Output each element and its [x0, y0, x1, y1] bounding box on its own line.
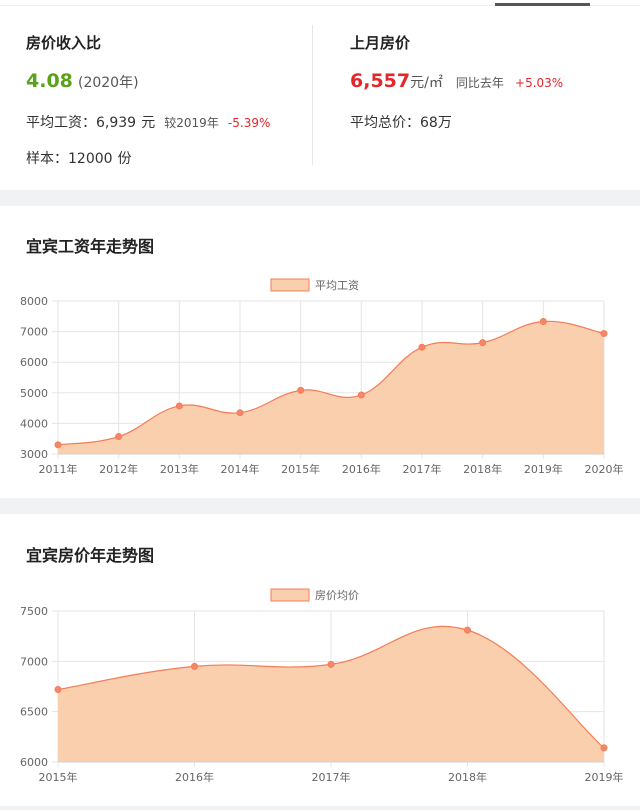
total-price-line: 平均总价：68万 [350, 112, 452, 132]
price-point-0 [54, 686, 62, 694]
ratio-year: (2020年) [77, 75, 139, 91]
price-ytick-label-0: 6000 [20, 756, 48, 769]
salary-ytick-label-0: 3000 [20, 448, 48, 461]
price-unit: 元/㎡ [410, 75, 443, 91]
price-xtick-label-0: 2015年 [39, 770, 78, 784]
salary-legend-swatch [270, 278, 310, 292]
salary-xtick-label-5: 2016年 [342, 462, 381, 476]
price-xtick-label-3: 2018年 [448, 770, 487, 784]
salary-xtick-label-3: 2014年 [221, 462, 260, 476]
summary-panel: 房价收入比 4.08 (2020年) 平均工资：6,939 元 较2019年 -… [0, 7, 640, 190]
salary-xtick-label-1: 2012年 [99, 462, 138, 476]
price-line: 6,557元/㎡ 同比去年 +5.03% [350, 70, 563, 92]
salary-ytick-label-2: 5000 [20, 387, 48, 400]
price-point-1 [191, 662, 198, 670]
price-ytick-label-3: 7500 [20, 605, 48, 618]
sample-unit: 份 [117, 151, 132, 167]
price-trend-chart: 6000 6500 7000 7500 2015年 2016年 2017年 2018年 2019… [20, 588, 624, 784]
salary-xtick-label-2: 2013年 [160, 462, 199, 476]
salary-point-7 [479, 339, 487, 347]
price-point-2 [327, 660, 335, 668]
price-point-4 [600, 744, 608, 752]
salary-ytick-label-3: 6000 [20, 356, 48, 369]
salary-xtick-label-8: 2019年 [524, 462, 563, 476]
salary-xtick-label-4: 2015年 [281, 462, 320, 476]
total-price-label: 平均总价： [350, 115, 420, 131]
ratio-title: 房价收入比 [26, 34, 102, 52]
price-ytick-label-1: 6500 [20, 706, 48, 719]
ratio-line: 4.08 (2020年) [26, 70, 139, 92]
salary-point-5 [357, 391, 365, 399]
price-chart-title: 宜宾房价年走势图 [26, 546, 155, 565]
salary-xtick-label-6: 2017年 [403, 462, 442, 476]
salary-chart-title: 宜宾工资年走势图 [26, 237, 155, 256]
salary-xtick-label-0: 2011年 [39, 462, 78, 476]
price-xtick-label-1: 2016年 [175, 770, 214, 784]
salary-point-4 [297, 386, 305, 394]
column-divider [312, 25, 313, 165]
price-title: 上月房价 [350, 34, 411, 52]
salary-value: 6,939 [96, 115, 137, 131]
salary-point-0 [54, 441, 62, 449]
salary-label: 平均工资： [26, 115, 96, 131]
price-point-3 [464, 626, 471, 634]
price-ytick-label-2: 7000 [20, 655, 48, 668]
price-xtick-label-2: 2017年 [312, 770, 351, 784]
salary-legend-label: 平均工资 [315, 279, 359, 292]
sample-line: 样本：12000 份 [26, 148, 132, 168]
sample-value: 12000 [68, 151, 113, 167]
salary-ytick-label-4: 7000 [20, 326, 48, 339]
salary-point-8 [539, 318, 547, 326]
salary-ytick-label-5: 8000 [20, 295, 48, 308]
salary-point-6 [418, 343, 426, 351]
price-legend-swatch [270, 588, 310, 602]
yoy-label: 同比去年 [455, 76, 504, 90]
salary-point-2 [175, 402, 183, 410]
salary-point-9 [600, 329, 608, 337]
salary-xtick-label-9: 2020年 [585, 462, 624, 476]
salary-unit: 元 [141, 115, 156, 131]
section-gap-2 [0, 498, 640, 514]
active-tab-indicator [495, 3, 590, 6]
salary-ytick-label-1: 4000 [20, 417, 48, 430]
salary-change: -5.39% [227, 116, 271, 130]
salary-area-fill [58, 321, 604, 454]
ratio-value: 4.08 [26, 70, 73, 92]
sample-label: 样本： [26, 151, 68, 167]
salary-point-3 [236, 409, 244, 417]
salary-point-1 [115, 433, 123, 441]
salary-compare-label: 较2019年 [164, 116, 219, 130]
price-value: 6,557 [350, 70, 411, 92]
salary-trend-chart: 3000 4000 5000 6000 7000 8000 2011年 2012年 2013年 2… [20, 278, 624, 476]
yoy-change: +5.03% [515, 76, 564, 90]
price-xtick-label-4: 2019年 [585, 770, 624, 784]
salary-xtick-label-7: 2018年 [463, 462, 502, 476]
total-price-value: 68万 [420, 115, 452, 131]
salary-line: 平均工资：6,939 元 较2019年 -5.39% [26, 112, 270, 132]
price-legend-label: 房价均价 [315, 589, 359, 602]
bottom-gap [0, 806, 640, 810]
section-gap [0, 190, 640, 206]
